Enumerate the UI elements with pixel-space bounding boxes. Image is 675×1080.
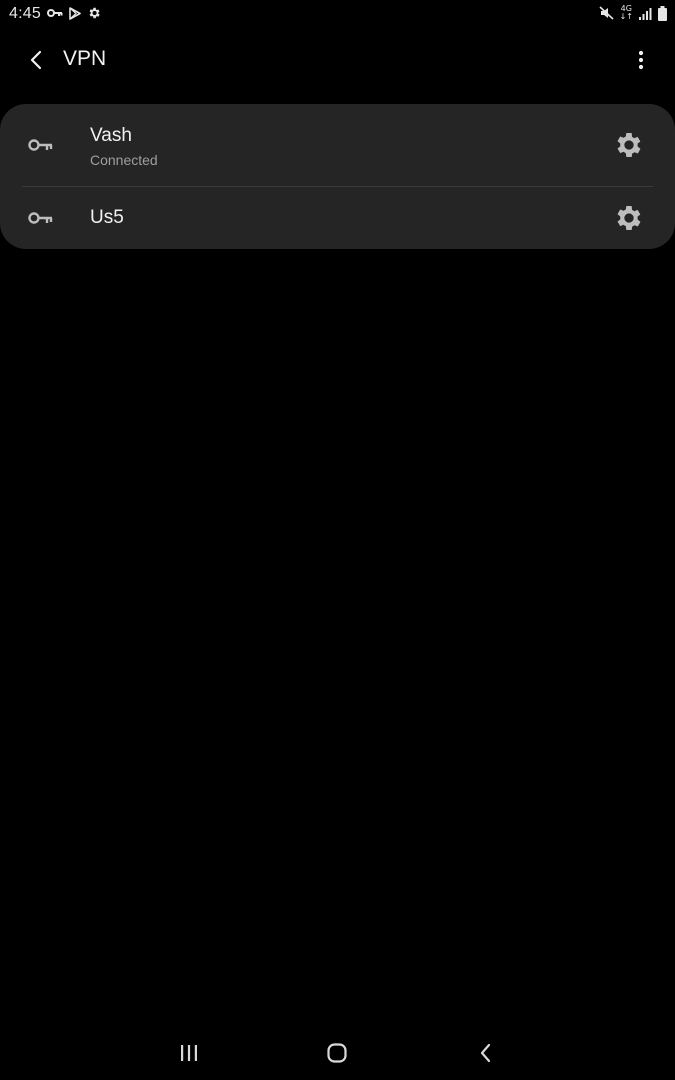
status-bar: 4:45 4G ↓↑ (0, 0, 675, 28)
gear-icon[interactable] (613, 129, 645, 161)
play-store-icon (69, 6, 81, 20)
page-title: VPN (63, 47, 107, 70)
more-vert-icon (638, 50, 644, 70)
back-icon[interactable] (474, 1040, 498, 1066)
vpn-key-icon (47, 9, 63, 17)
network-arrows: ↓↑ (619, 12, 633, 21)
chevron-left-icon (30, 50, 42, 70)
home-icon[interactable] (324, 1040, 350, 1066)
vpn-item-vash[interactable]: Vash Connected (0, 104, 675, 186)
recents-icon[interactable] (176, 1040, 202, 1066)
vpn-key-icon (28, 212, 53, 224)
status-time: 4:45 (9, 5, 41, 22)
gear-icon[interactable] (613, 202, 645, 234)
vpn-name: Us5 (90, 207, 124, 228)
status-right-icons: 4G ↓↑ (599, 5, 667, 21)
vpn-list: Vash Connected Us5 (0, 104, 675, 249)
network-type-icon: 4G ↓↑ (620, 5, 633, 21)
navigation-bar (0, 1030, 675, 1076)
more-options-button[interactable] (631, 46, 651, 74)
back-button[interactable] (20, 46, 52, 74)
battery-icon (658, 5, 667, 21)
vpn-item-us5[interactable]: Us5 (0, 187, 675, 249)
app-bar: VPN (0, 36, 675, 84)
settings-gear-icon (89, 7, 100, 19)
mute-icon (599, 6, 614, 20)
vpn-key-icon (28, 139, 53, 151)
status-left-icons (47, 6, 101, 20)
signal-icon (639, 7, 652, 20)
vpn-name: Vash (90, 125, 132, 146)
vpn-status: Connected (90, 152, 158, 168)
